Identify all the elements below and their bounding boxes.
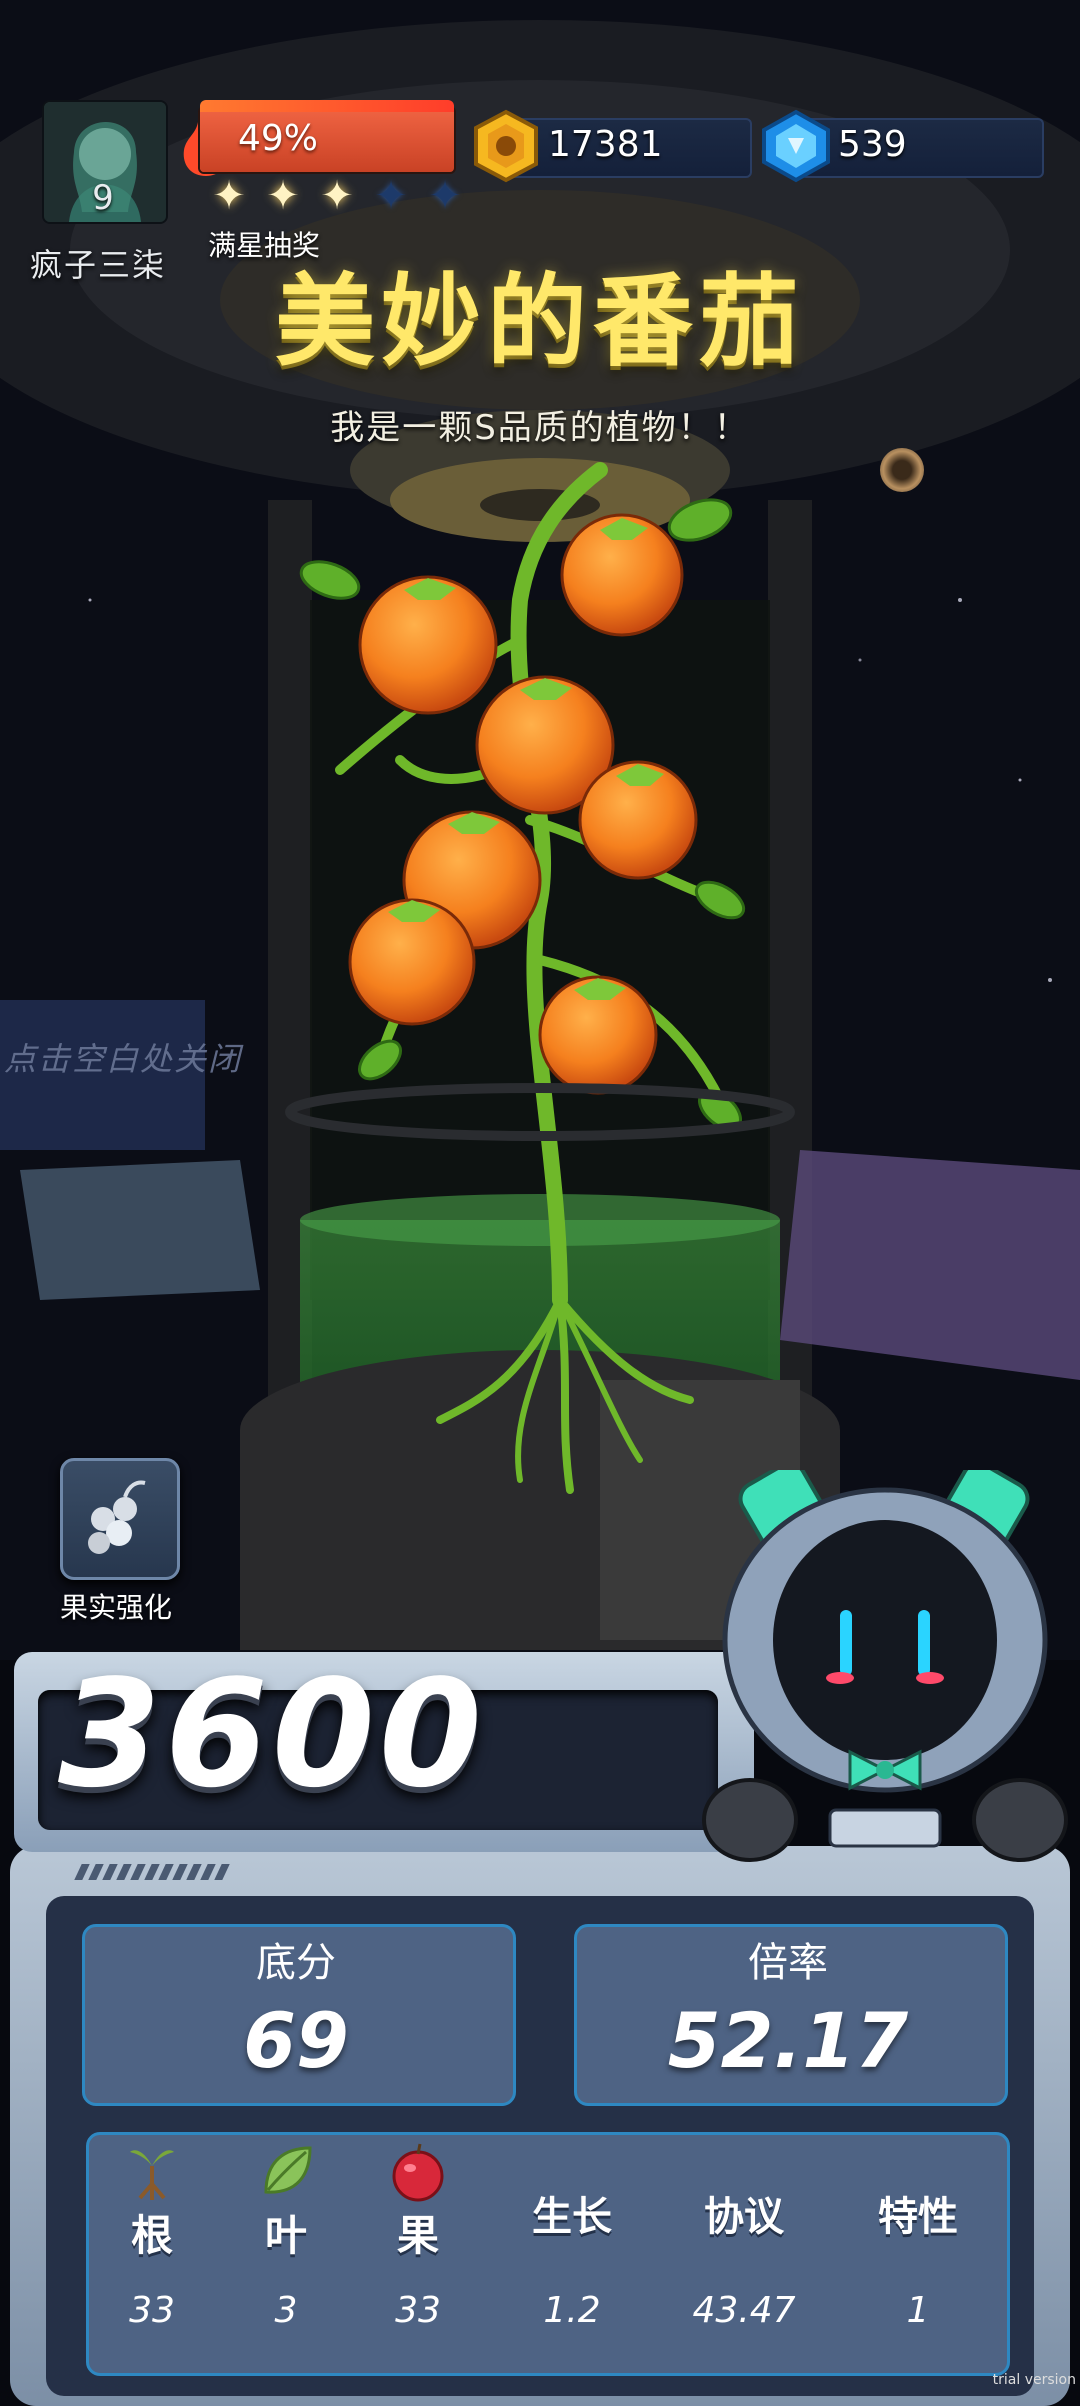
gem-icon (762, 109, 830, 183)
trial-watermark: trial version (992, 2372, 1076, 2388)
root-icon (130, 2150, 174, 2200)
attribute-trait: 特性 (858, 2184, 978, 2242)
attribute-growth: 生长 (512, 2184, 632, 2242)
attribute-protocol-name: 协议 (704, 2194, 784, 2240)
star-rating: ✦ ✦ ✦ ✦ ✦ (206, 176, 468, 216)
star-icon: ✦ (266, 173, 300, 219)
attribute-fruit-name: 果 (396, 2211, 439, 2260)
robot-mascot (702, 1470, 1068, 1862)
player-level: 9 (92, 178, 114, 218)
gem-value: 539 (838, 124, 907, 165)
total-score: 3600 (58, 1648, 486, 1820)
coin-value: 17381 (548, 124, 663, 165)
apple-icon (392, 2143, 444, 2202)
side-orb-icon[interactable] (880, 448, 924, 492)
fruit-enhance-button[interactable] (60, 1458, 180, 1580)
plant-subtitle: 我是一颗S品质的植物！！ (330, 408, 750, 448)
star-icon: ✦ (374, 173, 408, 219)
multiplier-value: 52.17 (667, 1996, 909, 2085)
attribute-protocol: 协议 (684, 2184, 804, 2242)
attribute-trait-value: 1 (906, 2290, 930, 2331)
tap-blank-to-close-hint: 点击空白处关闭 (4, 1040, 243, 1078)
panel-stripes (74, 1864, 230, 1880)
plant-title: 美妙的番茄 (275, 263, 805, 380)
attribute-leaf: 叶 (226, 2140, 346, 2263)
attribute-growth-value: 1.2 (543, 2290, 601, 2331)
attribute-leaf-name: 叶 (264, 2211, 307, 2260)
attribute-root-name: 根 (130, 2211, 173, 2260)
gem-counter[interactable] (800, 118, 1044, 178)
base-score-label: 底分 (256, 1940, 336, 1986)
multiplier-label: 倍率 (748, 1940, 828, 1986)
attribute-leaf-value: 3 (274, 2290, 298, 2331)
attribute-root: 根 (92, 2140, 212, 2263)
attribute-growth-name: 生长 (532, 2194, 612, 2240)
coin-icon (474, 109, 538, 183)
star-icon: ✦ (320, 173, 354, 219)
attribute-protocol-value: 43.47 (692, 2290, 796, 2331)
attribute-trait-name: 特性 (878, 2194, 958, 2240)
base-score-value: 69 (243, 1996, 349, 2085)
star-icon: ✦ (212, 173, 246, 219)
energy-percent: 49% (238, 118, 319, 159)
attribute-fruit: 果 (358, 2140, 478, 2263)
attributes-card (86, 2132, 1010, 2376)
attribute-fruit-value: 33 (395, 2290, 441, 2331)
star-icon: ✦ (428, 173, 462, 219)
berries-icon (88, 1480, 146, 1554)
leaf-icon (264, 2146, 312, 2194)
fruit-enhance-label: 果实强化 (60, 1591, 173, 1624)
attribute-root-value: 33 (129, 2290, 175, 2331)
